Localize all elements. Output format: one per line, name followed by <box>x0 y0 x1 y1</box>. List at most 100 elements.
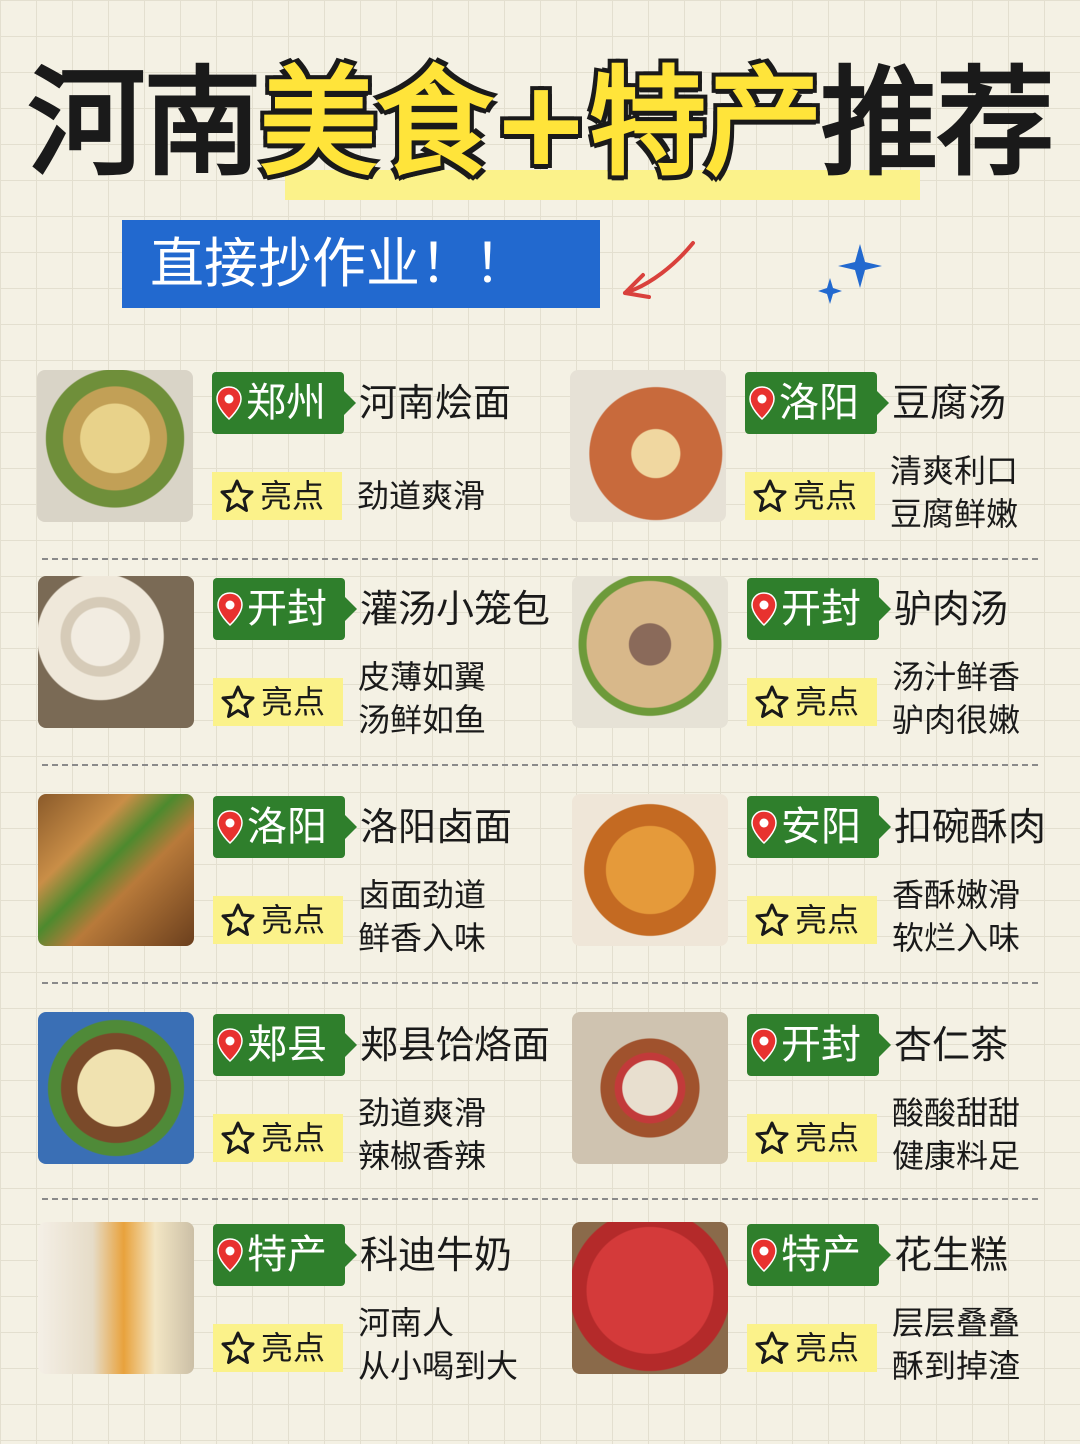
dish-name: 杏仁茶 <box>894 1023 1009 1067</box>
dish-name: 河南烩面 <box>359 381 512 425</box>
highlight-label: 亮点 <box>261 1329 326 1367</box>
food-card: 开封 灌汤小笼包亮点 皮薄如翼 汤鲜如鱼 <box>38 576 573 751</box>
star-icon <box>755 1121 789 1154</box>
map-pin-icon <box>751 1028 777 1062</box>
soup-dumplings-photo <box>38 576 194 728</box>
location-label: 安阳 <box>781 804 861 850</box>
map-pin-icon <box>217 592 243 626</box>
description-line: 驴肉很嫩 <box>892 701 1021 739</box>
dish-description: 汤汁鲜香 驴肉很嫩 <box>892 656 1020 742</box>
highlight-tag: 亮点 <box>747 1114 877 1162</box>
dish-description: 香酥嫩滑 软烂入味 <box>892 874 1020 960</box>
dish-name: 郏县饸烙面 <box>360 1023 551 1067</box>
star-icon <box>755 1331 789 1364</box>
food-card: 安阳 扣碗酥肉 亮点 香酥嫩滑 软烂入味 <box>572 794 1080 969</box>
location-tag: 特产 <box>747 1224 891 1286</box>
description-line: 软烂入味 <box>892 919 1021 957</box>
description-line: 健康料足 <box>892 1137 1021 1175</box>
location-label: 郑州 <box>246 380 326 426</box>
highlight-tag: 亮点 <box>747 896 877 944</box>
highlight-tag: 亮点 <box>212 472 342 520</box>
page-title: 河南美食+特产推荐 <box>0 48 1080 200</box>
dish-description: 皮薄如翼 汤鲜如鱼 <box>358 656 486 742</box>
description-line: 酸酸甜甜 <box>892 1094 1021 1132</box>
location-tag: 开封 <box>747 1014 891 1076</box>
description-line: 劲道爽滑 <box>357 477 486 515</box>
dish-name: 豆腐汤 <box>892 381 1007 425</box>
location-tag: 安阳 <box>747 796 891 858</box>
description-line: 河南人 <box>358 1304 455 1342</box>
star-icon <box>755 685 789 718</box>
description-line: 卤面劲道 <box>358 876 487 914</box>
highlight-tag: 亮点 <box>747 678 877 726</box>
map-pin-icon <box>217 1238 243 1272</box>
highlight-label: 亮点 <box>795 1329 860 1367</box>
star-icon <box>221 685 255 718</box>
food-card: 郑州 河南烩面亮点 劲道爽滑 <box>37 370 572 545</box>
dish-description: 河南人 从小喝到大 <box>358 1302 518 1388</box>
food-card: 开封 杏仁茶亮点 酸酸甜甜健康料足 <box>572 1012 1080 1187</box>
dish-description: 酸酸甜甜 健康料足 <box>892 1092 1020 1178</box>
map-pin-icon <box>216 386 242 420</box>
description-line: 皮薄如翼 <box>358 658 487 696</box>
description-line: 豆腐鲜嫩 <box>890 495 1019 533</box>
peanut-cake-photo <box>572 1222 728 1374</box>
description-line: 辣椒香辣 <box>358 1137 487 1175</box>
location-label: 特产 <box>247 1232 327 1278</box>
highlight-label: 亮点 <box>261 901 326 939</box>
map-pin-icon <box>751 810 777 844</box>
subtitle-banner: 直接抄作业！！ <box>122 220 600 308</box>
title-part-3: + <box>491 54 591 192</box>
map-pin-icon <box>217 1028 243 1062</box>
star-icon <box>221 1121 255 1154</box>
location-label: 开封 <box>781 1022 861 1068</box>
star-icon <box>221 903 255 936</box>
highlight-tag: 亮点 <box>747 1324 877 1372</box>
dish-description: 层层叠叠 酥到掉渣 <box>892 1302 1020 1388</box>
star-icon <box>753 479 787 512</box>
highlight-tag: 亮点 <box>745 472 875 520</box>
location-tag: 开封 <box>747 578 891 640</box>
highlight-tag: 亮点 <box>213 1114 343 1162</box>
location-label: 郏县 <box>247 1022 327 1068</box>
location-label: 开封 <box>247 586 327 632</box>
title-text: 河南美食+特产推荐 <box>0 48 1080 198</box>
food-card: 特产 科迪牛奶亮点 河南人 从小喝到大 <box>38 1222 573 1397</box>
description-line: 层层叠叠 <box>892 1304 1021 1342</box>
map-pin-icon <box>751 592 777 626</box>
divider <box>42 558 1038 560</box>
arrow-icon <box>623 241 695 299</box>
dish-name: 科迪牛奶 <box>360 1233 513 1277</box>
dish-name: 驴肉汤 <box>894 587 1009 631</box>
dish-description: 卤面劲道 鲜香入味 <box>358 874 486 960</box>
map-pin-icon <box>217 810 243 844</box>
dish-name: 洛阳卤面 <box>360 805 513 849</box>
divider <box>42 1198 1038 1200</box>
highlight-label: 亮点 <box>795 1119 860 1157</box>
star-icon <box>220 479 254 512</box>
dish-name: 灌汤小笼包 <box>360 587 551 631</box>
description-line: 酥到掉渣 <box>892 1347 1021 1385</box>
description-line: 清爽利口 <box>890 452 1019 490</box>
location-label: 开封 <box>781 586 861 632</box>
highlight-label: 亮点 <box>793 477 858 515</box>
location-tag: 洛阳 <box>213 796 357 858</box>
highlight-tag: 亮点 <box>213 678 343 726</box>
food-card: 洛阳 洛阳卤面亮点 卤面劲道鲜香入味 <box>38 794 573 969</box>
title-part-2: 美食 <box>259 54 494 192</box>
title-part-1: 河南 <box>27 54 262 192</box>
tofu-soup-photo <box>570 370 726 522</box>
description-line: 鲜香入味 <box>358 919 487 957</box>
dish-description: 劲道爽滑 辣椒香辣 <box>358 1092 486 1178</box>
star-icon <box>755 903 789 936</box>
highlight-label: 亮点 <box>795 683 860 721</box>
description-line: 劲道爽滑 <box>358 1094 487 1132</box>
dish-description: 清爽利口 豆腐鲜嫩 <box>890 450 1018 536</box>
highlight-tag: 亮点 <box>213 896 343 944</box>
location-tag: 特产 <box>213 1224 357 1286</box>
divider <box>42 764 1038 766</box>
star-icon <box>221 1331 255 1364</box>
food-card: 洛阳 豆腐汤 亮点 清爽利口 豆腐鲜嫩 <box>570 370 1080 545</box>
dish-name: 花生糕 <box>894 1233 1009 1277</box>
title-part-5: 推荐 <box>820 54 1054 192</box>
